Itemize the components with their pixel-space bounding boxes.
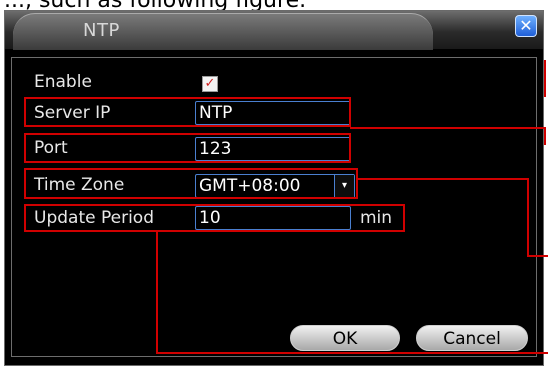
title-tab: NTP (13, 13, 433, 50)
annotation-line-1 (544, 60, 546, 97)
annotation-box-port (24, 133, 351, 163)
annotation-line-3 (357, 178, 529, 180)
enable-checkbox[interactable]: ✓ (202, 76, 218, 92)
annotation-box-time-zone (24, 168, 358, 199)
annotation-line-2b (544, 127, 546, 145)
title-bar: NTP ✕ (5, 11, 543, 50)
annotation-line-3c (527, 255, 548, 257)
annotation-line-3b (527, 178, 529, 256)
annotation-box-update-period (24, 204, 405, 232)
cancel-button[interactable]: Cancel (416, 325, 528, 351)
window-title: NTP (83, 20, 120, 41)
annotation-box-server-ip (24, 97, 351, 127)
close-icon[interactable]: ✕ (515, 15, 537, 37)
annotation-line-2 (350, 127, 546, 129)
annotation-line-4 (156, 232, 158, 354)
annotation-line-4b (156, 352, 548, 354)
enable-label: Enable (34, 72, 92, 92)
checkmark-icon: ✓ (204, 76, 216, 91)
ok-button[interactable]: OK (290, 325, 400, 351)
